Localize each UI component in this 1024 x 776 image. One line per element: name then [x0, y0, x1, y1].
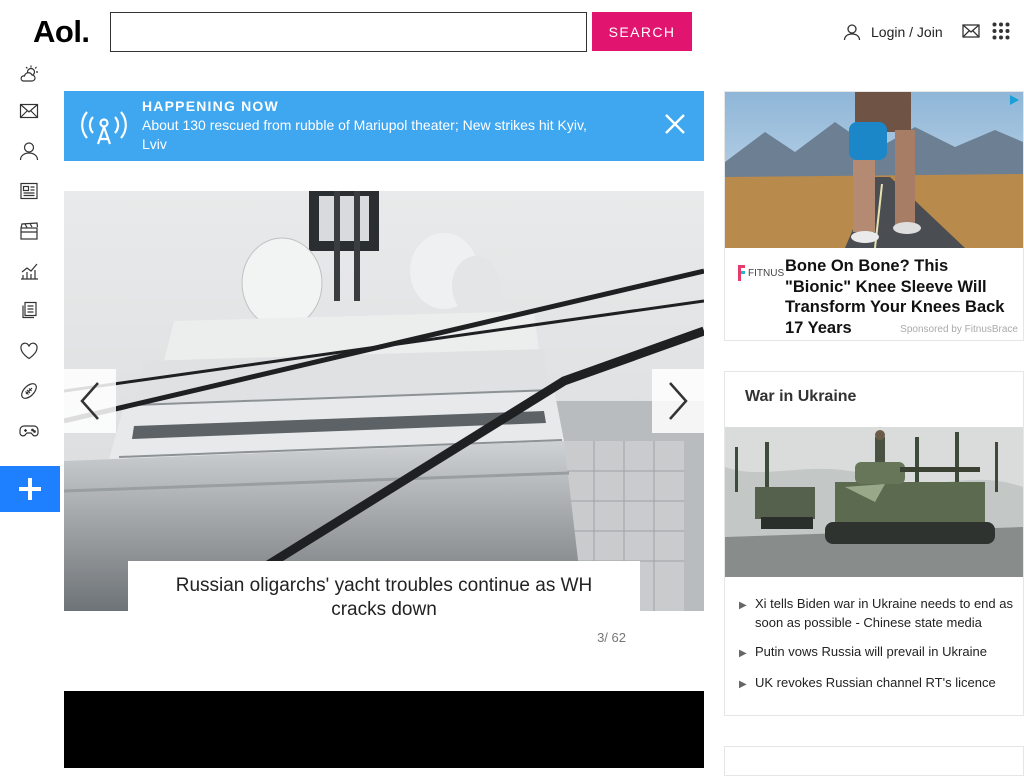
next-slide-button[interactable]: [652, 369, 704, 433]
headline-link[interactable]: Xi tells Biden war in Ukraine needs to e…: [755, 594, 1019, 632]
news-icon[interactable]: [19, 181, 39, 201]
lifestyle-icon[interactable]: [19, 301, 39, 321]
user-icon[interactable]: [19, 141, 39, 161]
happening-now-title: HAPPENING NOW: [142, 98, 279, 114]
list-item[interactable]: ▶ UK revokes Russian channel RT's licence: [739, 673, 1019, 694]
bullet-arrow-icon: ▶: [739, 679, 747, 690]
search-input[interactable]: [110, 12, 587, 52]
close-icon[interactable]: [664, 113, 686, 135]
chevron-right-icon: [669, 382, 688, 420]
sponsored-ad[interactable]: FITNUS Bone On Bone? This "Bionic" Knee …: [724, 91, 1024, 341]
health-icon[interactable]: [19, 341, 39, 361]
war-in-ukraine-module: War in Ukraine ▶ Xi tells Biden war in Uk…: [724, 371, 1024, 716]
sports-icon[interactable]: [19, 381, 39, 401]
bullet-arrow-icon: ▶: [739, 600, 747, 611]
previous-slide-button[interactable]: [64, 369, 116, 433]
video-player[interactable]: [64, 691, 704, 768]
search-button[interactable]: SEARCH: [592, 12, 692, 51]
adchoices-icon[interactable]: [1008, 94, 1020, 106]
chevron-left-icon: [80, 382, 99, 420]
login-join-link[interactable]: Login / Join: [843, 20, 943, 44]
yacht-photo: [64, 191, 704, 611]
finance-icon[interactable]: [19, 261, 39, 281]
ad-image: [725, 92, 1023, 248]
list-item[interactable]: ▶ Putin vows Russia will prevail in Ukrai…: [739, 642, 1019, 663]
war-headline-list: ▶ Xi tells Biden war in Ukraine needs to …: [739, 594, 1019, 704]
games-icon[interactable]: [19, 421, 39, 441]
mail-icon[interactable]: [962, 23, 980, 39]
fitnus-logo-mark: [738, 265, 745, 281]
aol-logo[interactable]: Aol.: [33, 14, 90, 50]
slide-caption[interactable]: Russian oligarchs' yacht troubles contin…: [128, 561, 640, 633]
list-item[interactable]: ▶ Xi tells Biden war in Ukraine needs to …: [739, 594, 1019, 632]
next-module: [724, 746, 1024, 776]
happening-now-banner[interactable]: HAPPENING NOW About 130 rescued from rub…: [64, 91, 704, 161]
tank-photo[interactable]: [725, 427, 1023, 577]
slideshow-image[interactable]: [64, 191, 704, 611]
plus-icon: [19, 478, 41, 500]
bullet-arrow-icon: ▶: [739, 648, 747, 659]
user-icon: [843, 24, 861, 41]
mail-icon[interactable]: [19, 101, 39, 121]
headline-link[interactable]: Putin vows Russia will prevail in Ukrain…: [755, 642, 987, 663]
login-label: Login / Join: [871, 24, 943, 40]
module-title[interactable]: War in Ukraine: [745, 388, 856, 406]
weather-icon[interactable]: [19, 64, 39, 84]
headline-link[interactable]: UK revokes Russian channel RT's licence: [755, 673, 996, 694]
entertainment-icon[interactable]: [19, 221, 39, 241]
ad-sponsor: Sponsored by FitnusBrace: [900, 324, 1018, 335]
ad-brand: FITNUS: [748, 267, 785, 279]
add-button[interactable]: [0, 466, 60, 512]
broadcast-icon: [81, 111, 127, 145]
happening-now-headline[interactable]: About 130 rescued from rubble of Mariupo…: [142, 116, 612, 154]
fitnus-logo: FITNUS: [736, 264, 784, 282]
apps-grid-icon[interactable]: [992, 22, 1010, 40]
slide-counter: 3/ 62: [597, 630, 626, 645]
